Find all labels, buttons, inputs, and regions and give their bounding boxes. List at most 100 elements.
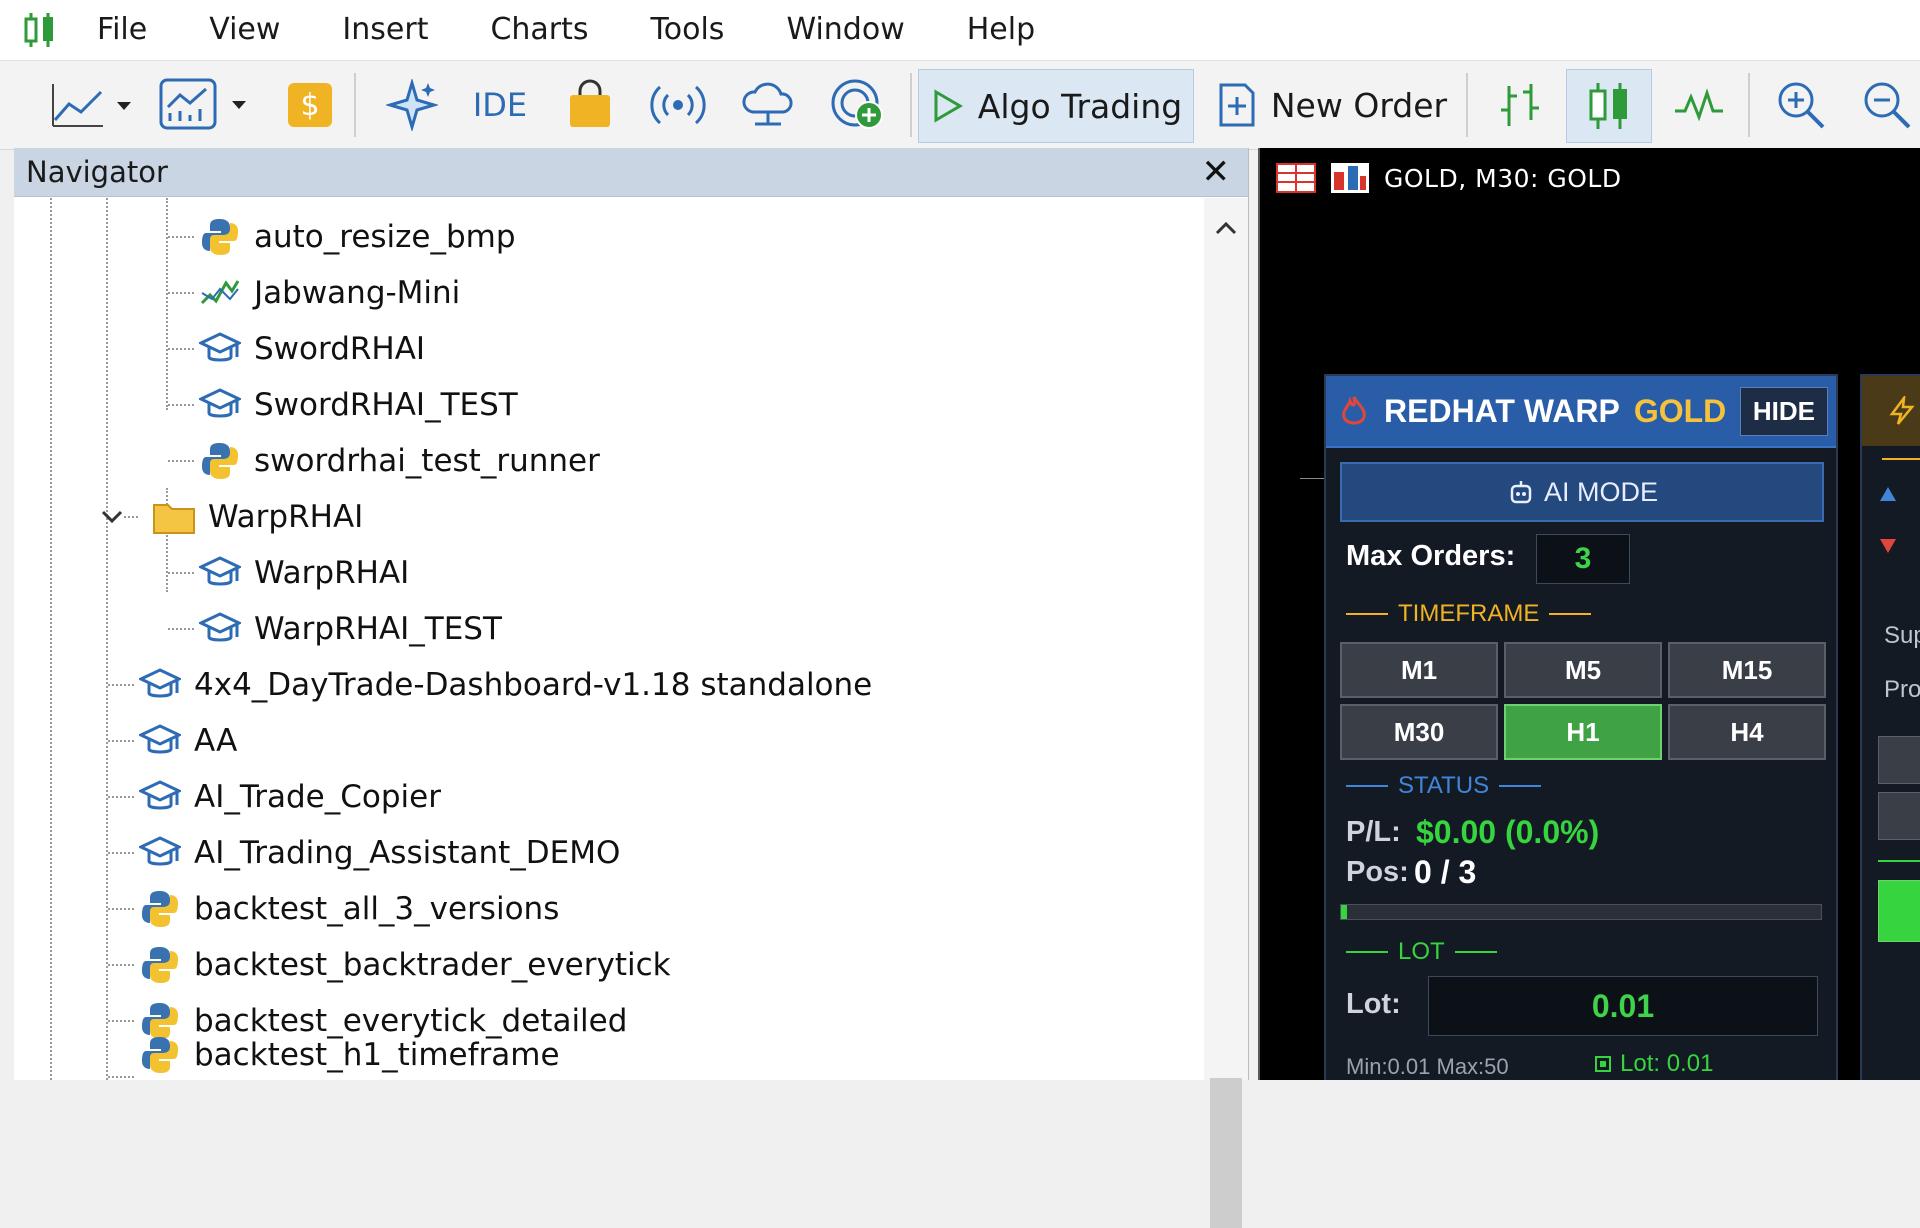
hide-button[interactable]: HIDE xyxy=(1739,386,1828,436)
algo-trading-label: Algo Trading xyxy=(977,86,1183,126)
tree-item[interactable]: SwordRHAI_TEST xyxy=(198,378,518,432)
timeframe-button-h4[interactable]: H4 xyxy=(1668,704,1826,760)
tree-item[interactable]: auto_resize_bmp xyxy=(198,210,516,264)
pl-value: $0.00 (0.0%) xyxy=(1416,814,1600,850)
menu-view[interactable]: View xyxy=(178,0,311,60)
algo-trading-button[interactable]: Algo Trading xyxy=(918,69,1194,143)
lightning-icon xyxy=(1889,396,1915,425)
secondary-panel: Sup Pro xyxy=(1860,374,1920,1080)
trade-table-icon[interactable] xyxy=(1276,163,1316,193)
secondary-panel-button[interactable] xyxy=(1878,736,1920,784)
timeframe-button-m5[interactable]: M5 xyxy=(1504,642,1662,698)
signals-button[interactable] xyxy=(646,69,710,141)
one-click-trading-icon[interactable] xyxy=(1330,162,1370,194)
tree-item[interactable]: AA xyxy=(138,714,237,768)
scrollbar-thumb[interactable] xyxy=(1210,1078,1242,1228)
dollar-icon: $ xyxy=(288,83,332,127)
secondary-pro-text: Pro xyxy=(1884,676,1920,703)
tree-item-label: auto_resize_bmp xyxy=(254,219,516,255)
python-icon xyxy=(138,887,182,931)
zoom-out-button[interactable] xyxy=(1854,69,1920,141)
menu-file[interactable]: File xyxy=(66,0,178,60)
tree-item[interactable]: backtest_all_3_versions xyxy=(138,882,559,936)
vps-button[interactable] xyxy=(736,69,800,141)
lot-echo-text: Lot: 0.01 xyxy=(1620,1050,1714,1077)
tree-item[interactable]: backtest_backtrader_everytick xyxy=(138,938,671,992)
tree-item[interactable]: AI_Trade_Copier xyxy=(138,770,441,824)
menu-window[interactable]: Window xyxy=(755,0,935,60)
menu-help[interactable]: Help xyxy=(936,0,1066,60)
secondary-panel-button[interactable] xyxy=(1878,792,1920,840)
lot-input[interactable]: 0.01 xyxy=(1428,976,1818,1036)
section-rule xyxy=(1499,785,1542,787)
app-logo-icon[interactable] xyxy=(14,0,66,60)
ai-mode-button[interactable]: AI MODE xyxy=(1340,462,1824,522)
chart-window[interactable]: GOLD, M30: GOLD REDHAT WARP GOLD HIDE AI… xyxy=(1258,148,1920,1080)
new-order-label: New Order xyxy=(1270,85,1448,125)
section-rule xyxy=(1346,951,1388,953)
shopping-button[interactable] xyxy=(562,69,618,141)
timeframe-button-m30[interactable]: M30 xyxy=(1340,704,1498,760)
navigator-close-button[interactable]: ✕ xyxy=(1198,155,1235,189)
timeframe-button-m15[interactable]: M15 xyxy=(1668,642,1826,698)
tree-item[interactable]: WarpRHAI_TEST xyxy=(198,602,502,656)
lot-label: Lot: xyxy=(1346,988,1401,1020)
ea-symbol-label: GOLD xyxy=(1633,392,1727,429)
triangle-down-icon xyxy=(1880,539,1896,553)
navigator-scrollbar[interactable] xyxy=(1204,198,1248,1080)
new-order-button[interactable]: New Order xyxy=(1212,69,1452,141)
tree-guide-line xyxy=(106,198,108,1080)
bar-chart-icon xyxy=(1501,84,1539,126)
zoom-in-button[interactable] xyxy=(1768,69,1834,141)
tree-item-label: AI_Trade_Copier xyxy=(194,779,441,815)
market-button[interactable]: $ xyxy=(284,69,336,141)
add-account-button[interactable] xyxy=(826,69,890,141)
tree-item[interactable]: swordrhai_test_runner xyxy=(198,434,600,488)
menu-insert[interactable]: Insert xyxy=(311,0,459,60)
tree-connector xyxy=(108,740,134,742)
tree-connector xyxy=(168,628,194,630)
chart-type-button[interactable] xyxy=(44,69,140,141)
secondary-panel-green-button[interactable] xyxy=(1878,880,1920,942)
ai-assistant-button[interactable] xyxy=(382,69,442,141)
menu-charts[interactable]: Charts xyxy=(459,0,619,60)
section-rule xyxy=(1882,458,1920,460)
tree-item[interactable]: backtest_h1_timeframe xyxy=(138,1028,560,1080)
zigzag-line-icon xyxy=(1675,88,1723,122)
zoom-out-icon xyxy=(1864,82,1911,129)
tree-item-label: SwordRHAI_TEST xyxy=(254,387,518,423)
timeframe-button-h1[interactable]: H1 xyxy=(1504,704,1662,760)
section-rule xyxy=(1346,613,1388,615)
section-rule xyxy=(1549,613,1592,615)
chevron-down-icon[interactable] xyxy=(92,509,132,525)
tree-guide-line xyxy=(50,198,52,1080)
lot-square-icon xyxy=(1595,1056,1611,1072)
tree-folder-warprhai[interactable]: WarpRHAI xyxy=(92,490,363,544)
expert-advisor-icon xyxy=(138,663,182,707)
broadcast-icon xyxy=(650,85,706,125)
tree-guide-line xyxy=(166,198,168,410)
menu-tools[interactable]: Tools xyxy=(620,0,756,60)
tree-item[interactable]: AI_Trading_Assistant_DEMO xyxy=(138,826,620,880)
bar-chart-button[interactable] xyxy=(1486,69,1556,141)
line-chart-button[interactable] xyxy=(1664,69,1734,141)
timeframe-section-title: TIMEFRAME xyxy=(1346,600,1601,628)
timeframe-button-m1[interactable]: M1 xyxy=(1340,642,1498,698)
lot-echo: Lot: 0.01 xyxy=(1594,1050,1713,1078)
candlestick-chart-button[interactable] xyxy=(1566,69,1652,143)
zoom-in-icon xyxy=(1778,82,1825,129)
scroll-up-button[interactable] xyxy=(1204,206,1248,250)
tree-connector xyxy=(108,1076,134,1078)
tree-item-label: backtest_all_3_versions xyxy=(194,891,560,927)
indicators-button[interactable] xyxy=(156,69,252,141)
tree-item[interactable]: WarpRHAI xyxy=(198,546,409,600)
tree-item[interactable]: 4x4_DayTrade-Dashboard-v1.18 standalone xyxy=(138,658,872,712)
tree-connector xyxy=(108,852,134,854)
tree-item[interactable]: SwordRHAI xyxy=(198,322,425,376)
tree-item-label: WarpRHAI xyxy=(254,555,410,591)
ide-button[interactable]: IDE xyxy=(470,69,530,141)
tree-item-label: 4x4_DayTrade-Dashboard-v1.18 standalone xyxy=(194,667,873,703)
max-orders-input[interactable]: 3 xyxy=(1536,534,1630,584)
tree-item[interactable]: Jabwang-Mini xyxy=(198,266,460,320)
play-icon xyxy=(934,89,963,123)
